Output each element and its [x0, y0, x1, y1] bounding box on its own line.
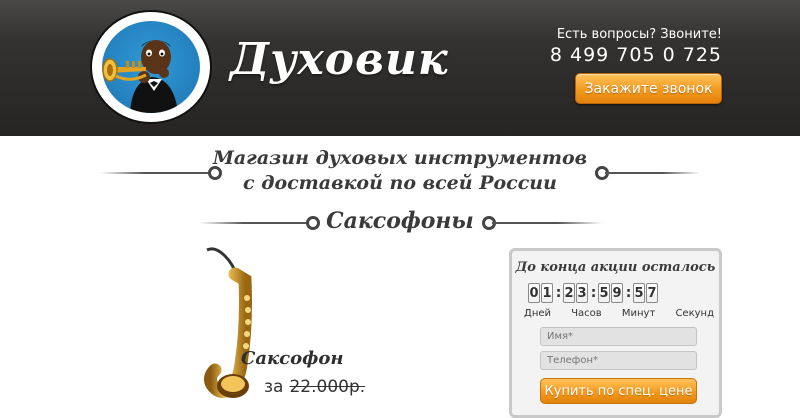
saxophone-image — [185, 246, 265, 400]
seconds-label: Секунд — [675, 308, 714, 319]
trumpeter-logo-icon — [102, 21, 200, 113]
buy-special-price-button[interactable]: Купить по спец. цене — [540, 378, 697, 404]
product-name[interactable]: Саксофон — [241, 348, 344, 369]
site-header: Духовик Есть вопросы? Звоните! 8 499 705… — [0, 0, 800, 136]
separator: : — [555, 285, 562, 301]
category-title: Саксофоны — [326, 208, 474, 234]
phone-number[interactable]: 8 499 705 0 725 — [550, 44, 722, 66]
countdown-title: До конца акции осталось — [515, 260, 716, 275]
hours-label: Часов — [571, 308, 602, 319]
separator: : — [625, 285, 632, 301]
hours-digit: 2 — [563, 283, 575, 303]
minutes-digit: 9 — [611, 283, 623, 303]
product-price: за 22.000р. — [264, 377, 365, 397]
old-price: 22.000р. — [289, 377, 366, 397]
logo[interactable] — [92, 12, 210, 122]
countdown-timer: 0 1 : 2 3 : 5 9 : 5 7 — [528, 283, 659, 303]
site-brand-name[interactable]: Духовик — [230, 34, 449, 85]
separator: : — [590, 285, 597, 301]
store-tagline: Магазин духовых инструментов с доставкой… — [0, 146, 800, 196]
order-callback-button[interactable]: Закажите звонок — [575, 73, 722, 104]
days-digit: 1 — [541, 283, 553, 303]
seconds-digit: 7 — [646, 283, 658, 303]
days-digit: 0 — [528, 283, 540, 303]
tagline-line-2: с доставкой по всей России — [243, 172, 557, 194]
name-input[interactable] — [540, 327, 697, 346]
contact-question: Есть вопросы? Звоните! — [556, 27, 722, 42]
promo-countdown-form: До конца акции осталось 0 1 : 2 3 : 5 9 … — [509, 248, 722, 418]
tagline-line-1: Магазин духовых инструментов — [212, 147, 588, 169]
phone-input[interactable] — [540, 351, 697, 370]
minutes-label: Минут — [621, 308, 656, 319]
countdown-unit-labels: Дней Часов Минут Секунд — [524, 308, 714, 319]
hours-digit: 3 — [576, 283, 588, 303]
price-prefix: за — [264, 377, 284, 397]
seconds-digit: 5 — [633, 283, 645, 303]
minutes-digit: 5 — [598, 283, 610, 303]
days-label: Дней — [524, 308, 552, 319]
